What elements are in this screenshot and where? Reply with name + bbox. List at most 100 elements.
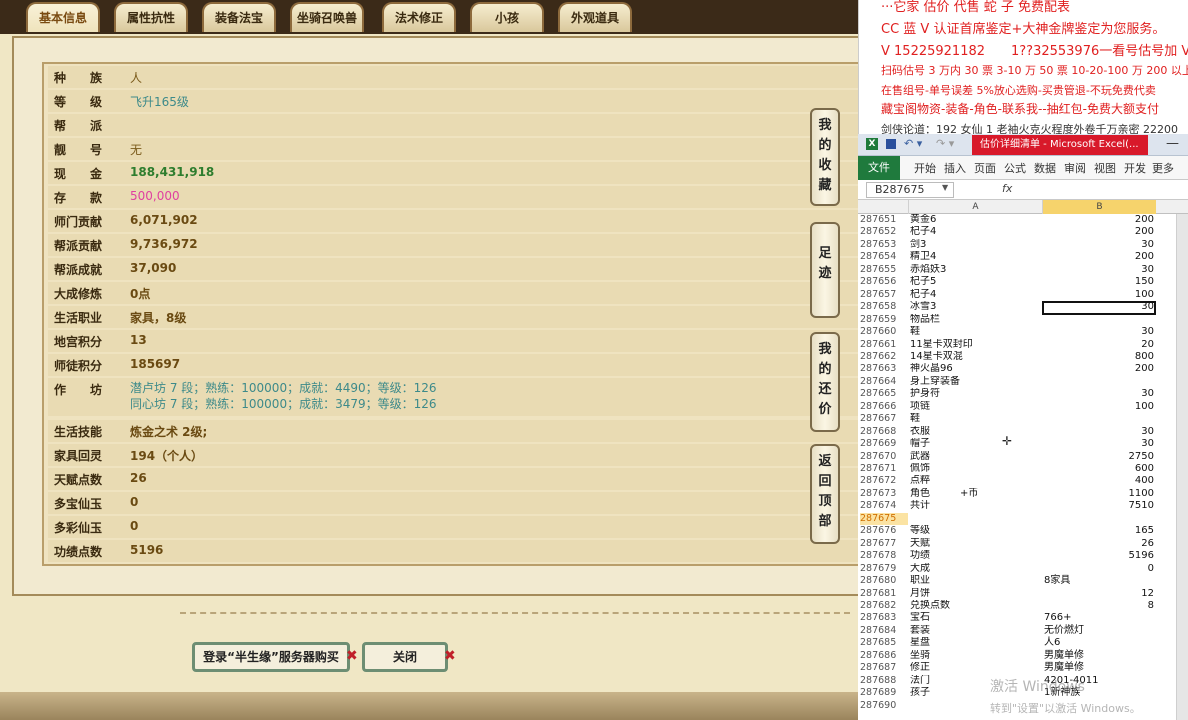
tab-attributes[interactable]: 属性抗性: [114, 2, 188, 32]
row-number[interactable]: 287673: [860, 488, 908, 501]
cell-b[interactable]: 100: [1044, 289, 1154, 302]
sheet-row[interactable]: 287660 鞋 30: [858, 326, 1188, 339]
cell-b[interactable]: 无价燃灯: [1044, 625, 1154, 638]
sheet-row[interactable]: 287657 杞子4 100: [858, 289, 1188, 302]
cell-b[interactable]: 400: [1044, 475, 1154, 488]
row-number[interactable]: 287669: [860, 438, 908, 451]
sheet-row[interactable]: 287654 精卫4 200: [858, 251, 1188, 264]
row-number[interactable]: 287681: [860, 588, 908, 601]
chevron-down-icon[interactable]: ▼: [942, 183, 948, 192]
cell-a[interactable]: 大成: [910, 563, 1040, 576]
sheet-row[interactable]: 287651 黄金6 200: [858, 214, 1188, 227]
sheet-row[interactable]: 287683 宝石 766+: [858, 612, 1188, 625]
sheet-row[interactable]: 287673 角色 +币 1100: [858, 488, 1188, 501]
column-header-a[interactable]: A: [908, 200, 1042, 214]
cell-b[interactable]: 5196: [1044, 550, 1154, 563]
sheet-row[interactable]: 287676 等级 165: [858, 525, 1188, 538]
cell-a[interactable]: 宝石: [910, 612, 1040, 625]
sheet-row[interactable]: 287653 剑3 30: [858, 239, 1188, 252]
sheet-row[interactable]: 287687 修正 男魔单修: [858, 662, 1188, 675]
cell-b[interactable]: 20: [1044, 339, 1154, 352]
cell-a[interactable]: 兑换点数: [910, 600, 1040, 613]
sheet-row[interactable]: 287659 物品栏: [858, 314, 1188, 327]
tab-mounts-summons[interactable]: 坐骑召唤兽: [290, 2, 364, 32]
row-number[interactable]: 287680: [860, 575, 908, 588]
cell-a[interactable]: 身上穿装备: [910, 376, 1040, 389]
cell-b[interactable]: 30: [1044, 264, 1154, 277]
row-number[interactable]: 287686: [860, 650, 908, 663]
cell-a[interactable]: 共计: [910, 500, 1040, 513]
cell-a[interactable]: 角色 +币: [910, 488, 1040, 501]
cell-b[interactable]: 2750: [1044, 451, 1154, 464]
save-icon[interactable]: [886, 139, 896, 149]
cell-a[interactable]: 佩饰: [910, 463, 1040, 476]
vertical-scrollbar[interactable]: [1176, 214, 1188, 720]
cell-b[interactable]: 800: [1044, 351, 1154, 364]
sheet-row[interactable]: 287652 杞子4 200: [858, 226, 1188, 239]
cell-a[interactable]: 冰雪3: [910, 301, 1040, 314]
sheet-row[interactable]: 287672 点粹 400: [858, 475, 1188, 488]
cell-a[interactable]: 剑3: [910, 239, 1040, 252]
sheet-row[interactable]: 287665 护身符 30: [858, 388, 1188, 401]
row-number[interactable]: 287685: [860, 637, 908, 650]
cell-a[interactable]: 鞋: [910, 326, 1040, 339]
row-number[interactable]: 287664: [860, 376, 908, 389]
cell-a[interactable]: 精卫4: [910, 251, 1040, 264]
fx-icon[interactable]: fx: [1002, 182, 1012, 195]
close-button[interactable]: 关闭: [362, 642, 448, 672]
ribbon-tab-formula[interactable]: 公式: [1004, 160, 1026, 176]
cell-a[interactable]: 帽子: [910, 438, 1040, 451]
cell-a[interactable]: 杞子4: [910, 226, 1040, 239]
row-number[interactable]: 287663: [860, 363, 908, 376]
cell-a[interactable]: 天赋: [910, 538, 1040, 551]
cell-b[interactable]: 8: [1044, 600, 1154, 613]
row-number[interactable]: 287674: [860, 500, 908, 513]
sheet-row[interactable]: 287681 月饼 12: [858, 588, 1188, 601]
cell-b[interactable]: 100: [1044, 401, 1154, 414]
row-number[interactable]: 287675: [860, 512, 908, 526]
row-number[interactable]: 287652: [860, 226, 908, 239]
column-header-b[interactable]: B: [1042, 200, 1156, 214]
tab-child[interactable]: 小孩: [470, 2, 544, 32]
cell-b[interactable]: 男魔单修: [1044, 662, 1154, 675]
cell-a[interactable]: 套装: [910, 625, 1040, 638]
cell-a[interactable]: 武器: [910, 451, 1040, 464]
row-number[interactable]: 287658: [860, 301, 908, 314]
tab-equipment[interactable]: 装备法宝: [202, 2, 276, 32]
tab-appearance-items[interactable]: 外观道具: [558, 2, 632, 32]
cell-b[interactable]: 766+: [1044, 612, 1154, 625]
sheet-row[interactable]: 287663 神火晶96 200: [858, 363, 1188, 376]
sheet-row[interactable]: 287662 14星卡双混 800: [858, 351, 1188, 364]
cell-b[interactable]: 30: [1044, 239, 1154, 252]
tab-basic-info[interactable]: 基本信息: [26, 2, 100, 32]
cell-b[interactable]: 8家具: [1044, 575, 1154, 588]
cell-a[interactable]: 物品栏: [910, 314, 1040, 327]
cell-a[interactable]: 赤焰妖3: [910, 264, 1040, 277]
ribbon-tab-view[interactable]: 视图: [1094, 160, 1116, 176]
row-number[interactable]: 287657: [860, 289, 908, 302]
ribbon-tab-file[interactable]: 文件: [858, 156, 900, 180]
row-number[interactable]: 287667: [860, 413, 908, 426]
cell-b[interactable]: 30: [1044, 438, 1154, 451]
row-number[interactable]: 287672: [860, 475, 908, 488]
cell-b[interactable]: 200: [1044, 226, 1154, 239]
cell-b[interactable]: 12: [1044, 588, 1154, 601]
sheet-row[interactable]: 287682 兑换点数 8: [858, 600, 1188, 613]
ribbon-tab-developer[interactable]: 开发: [1124, 160, 1146, 176]
sheet-row[interactable]: 287679 大成 0: [858, 563, 1188, 576]
cell-b[interactable]: 人6: [1044, 637, 1154, 650]
tab-spell-correction[interactable]: 法术修正: [382, 2, 456, 32]
sheet-row[interactable]: 287666 项链 100: [858, 401, 1188, 414]
row-number[interactable]: 287682: [860, 600, 908, 613]
sheet-row[interactable]: 287656 杞子5 150: [858, 276, 1188, 289]
redo-icon[interactable]: ↷ ▾: [936, 137, 954, 150]
cell-b[interactable]: 0: [1044, 563, 1154, 576]
sheet-row[interactable]: 287670 武器 2750: [858, 451, 1188, 464]
sheet-row[interactable]: 287685 星盘 人6: [858, 637, 1188, 650]
sheet-row[interactable]: 287655 赤焰妖3 30: [858, 264, 1188, 277]
row-number[interactable]: 287654: [860, 251, 908, 264]
sheet-row[interactable]: 287664 身上穿装备: [858, 376, 1188, 389]
row-number[interactable]: 287687: [860, 662, 908, 675]
row-number[interactable]: 287671: [860, 463, 908, 476]
cell-a[interactable]: 项链: [910, 401, 1040, 414]
